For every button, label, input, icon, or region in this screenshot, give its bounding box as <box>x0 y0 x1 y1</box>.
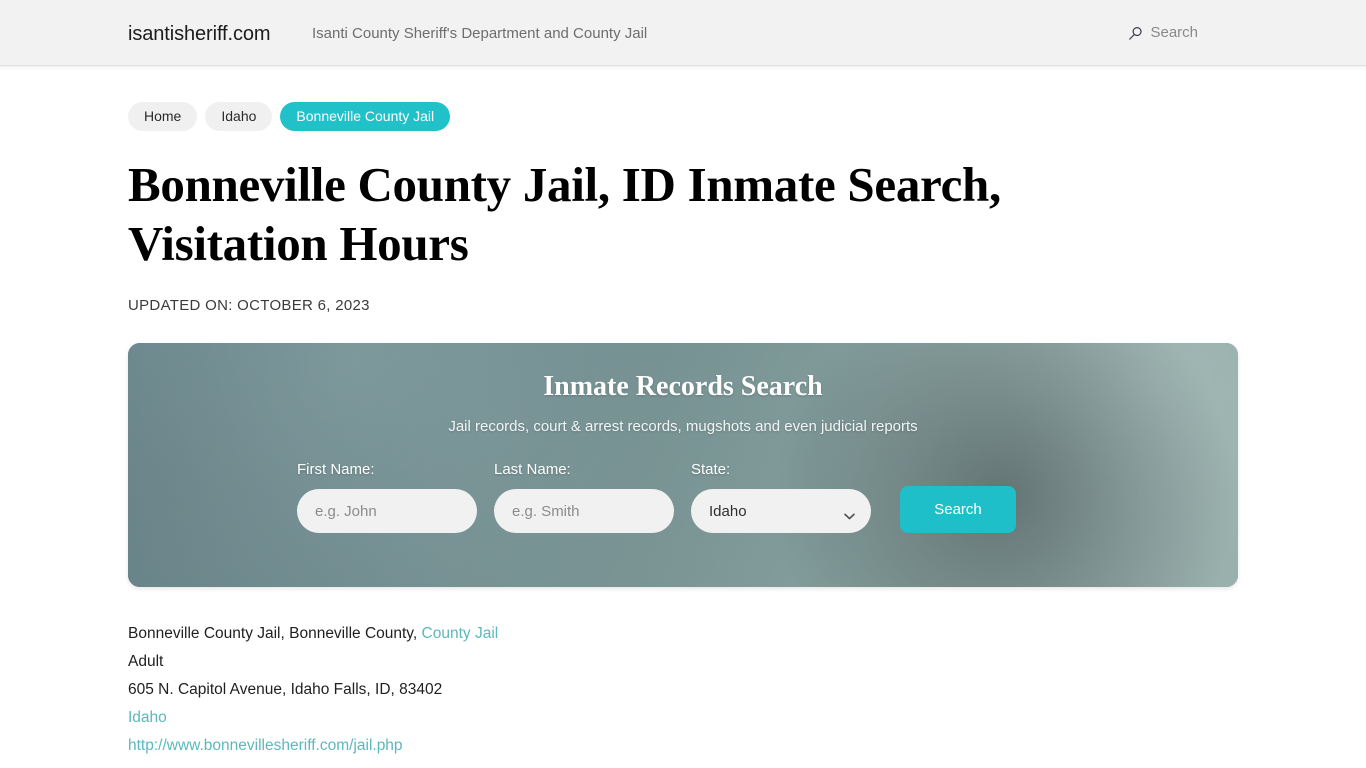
county-jail-link[interactable]: County Jail <box>422 625 499 642</box>
last-name-field-group: Last Name: <box>494 460 674 533</box>
state-field-group: State: Idaho <box>691 460 871 533</box>
card-subtitle: Jail records, court & arrest records, mu… <box>448 418 918 435</box>
facility-name-row: Bonneville County Jail, Bonneville Count… <box>128 620 1238 648</box>
facility-name-text: Bonneville County Jail, Bonneville Count… <box>128 625 422 642</box>
first-name-label: First Name: <box>297 461 375 478</box>
facility-website-row: http://www.bonnevillesheriff.com/jail.ph… <box>128 732 1238 760</box>
breadcrumb-item-idaho[interactable]: Idaho <box>205 102 273 131</box>
facility-info: Bonneville County Jail, Bonneville Count… <box>128 620 1238 760</box>
breadcrumb-item-current[interactable]: Bonneville County Jail <box>280 102 451 131</box>
updated-on-text: UPDATED ON: OCTOBER 6, 2023 <box>128 297 370 314</box>
search-icon <box>1128 26 1143 41</box>
search-submit-button[interactable]: Search <box>900 486 1016 533</box>
header-search-button[interactable]: Search <box>1128 23 1198 43</box>
state-select[interactable]: Idaho <box>691 489 871 533</box>
search-form: First Name: Last Name: State: Idaho <box>297 460 1016 533</box>
page-content: Home Idaho Bonneville County Jail Bonnev… <box>0 66 1366 760</box>
site-header: isantisheriff.com Isanti County Sheriff'… <box>0 0 1366 71</box>
card-title: Inmate Records Search <box>543 371 823 402</box>
last-name-label: Last Name: <box>494 461 571 478</box>
site-logo-text[interactable]: isantisheriff.com <box>128 21 271 47</box>
state-link[interactable]: Idaho <box>128 709 167 726</box>
first-name-input[interactable] <box>297 489 477 533</box>
inmate-records-search-card: Inmate Records Search Jail records, cour… <box>128 343 1238 587</box>
breadcrumb: Home Idaho Bonneville County Jail <box>128 66 1238 131</box>
card-inner: Inmate Records Search Jail records, cour… <box>128 343 1238 587</box>
facility-address-row: 605 N. Capitol Avenue, Idaho Falls, ID, … <box>128 681 443 698</box>
facility-type-row: Adult <box>128 653 164 670</box>
facility-state-row: Idaho <box>128 704 1238 732</box>
state-label: State: <box>691 461 731 478</box>
first-name-field-group: First Name: <box>297 460 477 533</box>
site-tagline: Isanti County Sheriff's Department and C… <box>312 25 648 42</box>
state-select-wrapper: Idaho <box>691 489 871 533</box>
page-title: Bonneville County Jail, ID Inmate Search… <box>128 157 1001 271</box>
facility-website-link[interactable]: http://www.bonnevillesheriff.com/jail.ph… <box>128 737 403 754</box>
header-search-label: Search <box>1150 24 1198 41</box>
last-name-input[interactable] <box>494 489 674 533</box>
breadcrumb-item-home[interactable]: Home <box>128 102 198 131</box>
